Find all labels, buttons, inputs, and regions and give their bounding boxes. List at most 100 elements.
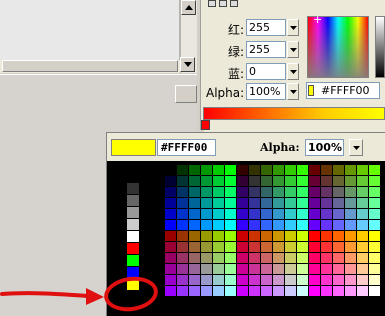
- swatch-cell[interactable]: [213, 242, 224, 252]
- swatch-cell[interactable]: [369, 286, 380, 296]
- swatch-cell[interactable]: [165, 220, 176, 230]
- default-swatch[interactable]: [127, 171, 139, 182]
- swatch-cell[interactable]: [321, 165, 332, 175]
- swatch-cell[interactable]: [237, 253, 248, 263]
- default-swatch[interactable]: [127, 183, 139, 194]
- swatch-cell[interactable]: [165, 275, 176, 285]
- swatch-cell[interactable]: [249, 253, 260, 263]
- swatch-cell[interactable]: [165, 198, 176, 208]
- swatch-cell[interactable]: [321, 242, 332, 252]
- swatch-cell[interactable]: [297, 253, 308, 263]
- swatch-cell[interactable]: [357, 209, 368, 219]
- swatch-cell[interactable]: [237, 176, 248, 186]
- horizontal-scroll-thumb[interactable]: [2, 60, 178, 72]
- green-dropdown-button[interactable]: [287, 41, 299, 58]
- swatch-cell[interactable]: [225, 242, 236, 252]
- scroll-up-button[interactable]: [181, 0, 196, 15]
- swatch-cell[interactable]: [201, 275, 212, 285]
- swatch-cell[interactable]: [345, 209, 356, 219]
- panel-button[interactable]: [175, 85, 197, 103]
- swatch-cell[interactable]: [237, 231, 248, 241]
- swatch-cell[interactable]: [285, 220, 296, 230]
- swatch-cell[interactable]: [273, 165, 284, 175]
- swatch-cell[interactable]: [309, 264, 320, 274]
- swatch-cell[interactable]: [177, 165, 188, 175]
- swatch-cell[interactable]: [297, 275, 308, 285]
- swatch-cell[interactable]: [165, 231, 176, 241]
- swatch-cell[interactable]: [249, 231, 260, 241]
- swatch-cell[interactable]: [357, 242, 368, 252]
- swatch-cell[interactable]: [225, 209, 236, 219]
- swatch-cell[interactable]: [165, 165, 176, 175]
- swatch-cell[interactable]: [333, 286, 344, 296]
- swatch-cell[interactable]: [261, 253, 272, 263]
- swatch-cell[interactable]: [285, 209, 296, 219]
- swatch-cell[interactable]: [201, 187, 212, 197]
- default-swatch[interactable]: [127, 219, 139, 230]
- swatch-cell[interactable]: [237, 209, 248, 219]
- stroke-color-icon[interactable]: [208, 0, 216, 7]
- mixer-hex-input[interactable]: #FFFF00: [306, 82, 380, 99]
- swatch-cell[interactable]: [177, 286, 188, 296]
- swatch-cell[interactable]: [285, 275, 296, 285]
- swatch-cell[interactable]: [237, 187, 248, 197]
- swatch-cell[interactable]: [213, 165, 224, 175]
- swatch-cell[interactable]: [189, 242, 200, 252]
- swatch-cell[interactable]: [309, 253, 320, 263]
- swatch-cell[interactable]: [237, 275, 248, 285]
- swatch-cell[interactable]: [225, 253, 236, 263]
- swatch-cell[interactable]: [345, 176, 356, 186]
- swatch-cell[interactable]: [225, 187, 236, 197]
- swatch-cell[interactable]: [333, 198, 344, 208]
- swatch-cell[interactable]: [357, 253, 368, 263]
- swatch-cell[interactable]: [321, 264, 332, 274]
- swatch-cell[interactable]: [369, 231, 380, 241]
- swatch-cell[interactable]: [249, 176, 260, 186]
- swatch-cell[interactable]: [345, 275, 356, 285]
- swatch-cell[interactable]: [273, 209, 284, 219]
- swatch-cell[interactable]: [369, 165, 380, 175]
- swatch-cell[interactable]: [201, 220, 212, 230]
- swatch-cell[interactable]: [321, 220, 332, 230]
- swatch-cell[interactable]: [369, 253, 380, 263]
- swatch-cell[interactable]: [345, 187, 356, 197]
- swatch-cell[interactable]: [369, 275, 380, 285]
- swatch-cell[interactable]: [333, 187, 344, 197]
- swatch-cell[interactable]: [165, 264, 176, 274]
- swatch-cell[interactable]: [297, 220, 308, 230]
- swatch-cell[interactable]: [285, 286, 296, 296]
- swatch-cell[interactable]: [357, 187, 368, 197]
- swatch-cell[interactable]: [165, 286, 176, 296]
- swatch-cell[interactable]: [189, 231, 200, 241]
- swatch-cell[interactable]: [273, 275, 284, 285]
- swatch-cell[interactable]: [249, 275, 260, 285]
- swatch-cell[interactable]: [369, 264, 380, 274]
- swatch-cell[interactable]: [321, 275, 332, 285]
- swatch-cell[interactable]: [177, 198, 188, 208]
- swatch-cell[interactable]: [189, 275, 200, 285]
- swatch-cell[interactable]: [333, 264, 344, 274]
- swatch-cell[interactable]: [369, 209, 380, 219]
- swatch-cell[interactable]: [249, 209, 260, 219]
- default-swatch[interactable]: [127, 231, 139, 242]
- swatch-cell[interactable]: [249, 220, 260, 230]
- swatch-cell[interactable]: [345, 198, 356, 208]
- swatch-cell[interactable]: [333, 209, 344, 219]
- swatch-cell[interactable]: [369, 187, 380, 197]
- swatch-cell[interactable]: [309, 187, 320, 197]
- brightness-slider[interactable]: [375, 16, 385, 78]
- swatch-cell[interactable]: [177, 220, 188, 230]
- swatch-cell[interactable]: [177, 187, 188, 197]
- swatch-cell[interactable]: [237, 165, 248, 175]
- swatch-cell[interactable]: [345, 220, 356, 230]
- swatch-cell[interactable]: [213, 209, 224, 219]
- swatch-cell[interactable]: [369, 198, 380, 208]
- swatch-cell[interactable]: [237, 198, 248, 208]
- swatch-cell[interactable]: [309, 176, 320, 186]
- swatch-cell[interactable]: [261, 231, 272, 241]
- swatch-cell[interactable]: [225, 176, 236, 186]
- swatch-cell[interactable]: [321, 187, 332, 197]
- swatch-cell[interactable]: [273, 198, 284, 208]
- swatch-cell[interactable]: [201, 176, 212, 186]
- popup-alpha-input[interactable]: 100%: [305, 139, 344, 156]
